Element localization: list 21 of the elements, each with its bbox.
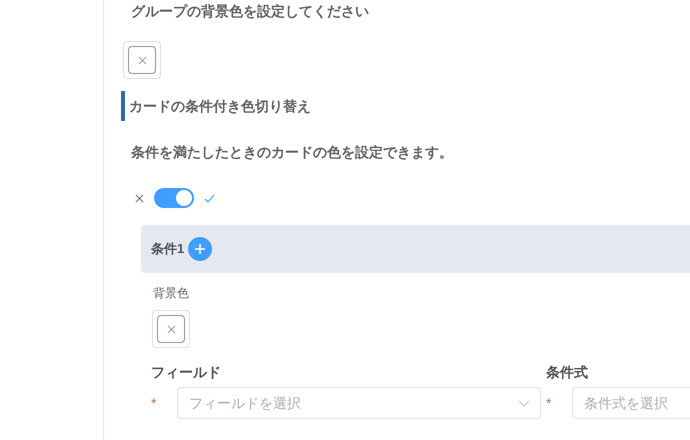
close-icon <box>135 194 144 202</box>
background-color-label: 背景色 <box>153 286 189 300</box>
required-mark: * <box>546 394 552 412</box>
plus-icon <box>195 244 206 254</box>
color-swatch[interactable] <box>152 310 190 348</box>
condition-title: 条件1 <box>151 240 184 258</box>
close-icon <box>138 56 146 64</box>
check-icon <box>204 194 215 202</box>
required-mark: * <box>151 394 158 412</box>
group-color-label: グループの背景色を設定してください <box>131 2 369 21</box>
select-field[interactable]: 条件式を選択 <box>572 387 690 419</box>
add-button[interactable] <box>188 237 212 261</box>
close-icon <box>166 324 176 334</box>
field-label: フィールド <box>151 363 222 382</box>
color-swatch[interactable] <box>123 41 161 79</box>
section-description: 条件を満たしたときのカードの色を設定できます。 <box>131 142 453 162</box>
chevron-down-icon <box>518 400 530 407</box>
select-field[interactable]: フィールドを選択 <box>177 387 541 419</box>
section-title: カードの条件付き色切り替え <box>129 96 311 116</box>
field-label: 条件式 <box>546 363 589 382</box>
toggle-switch[interactable] <box>154 188 194 208</box>
